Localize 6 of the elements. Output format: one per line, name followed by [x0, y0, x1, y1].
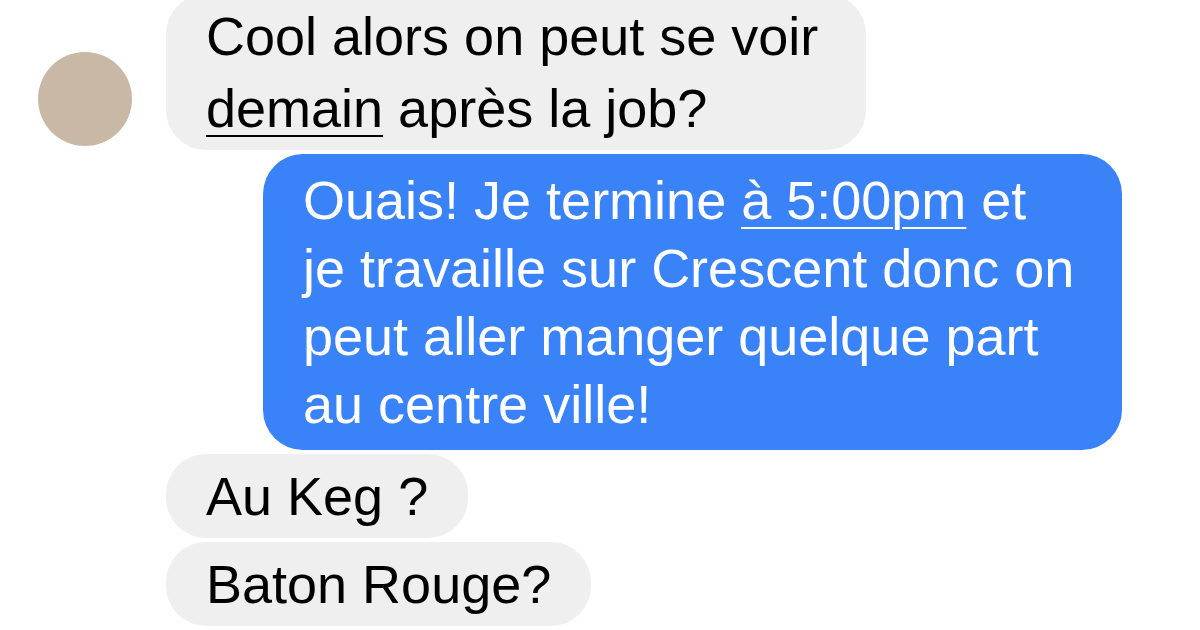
message-text: Au Keg ? — [206, 465, 429, 528]
link[interactable]: à 5:00pm — [741, 170, 967, 230]
message-text: Baton Rouge? — [206, 553, 552, 616]
link[interactable]: demain — [206, 78, 384, 138]
message-text: Ouais! Je termine à 5:00pm et je travaille sur Crescent donc on peut aller manger quelque part au centre ville! — [303, 169, 1076, 436]
message-text: Cool alors on peut se voir demain après la job? — [206, 5, 820, 140]
